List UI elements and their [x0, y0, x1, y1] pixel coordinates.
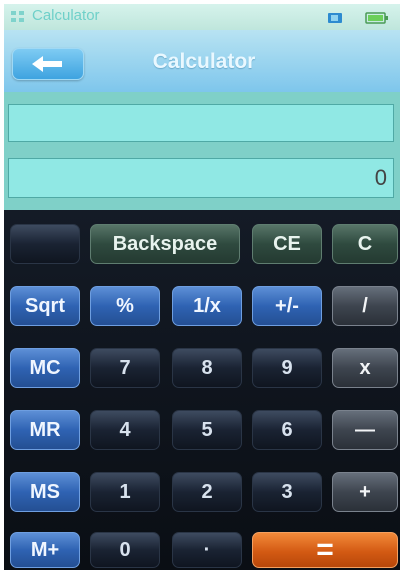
memory-display [8, 104, 394, 142]
memory-clear-button[interactable]: MC [10, 348, 80, 388]
multiply-button[interactable]: x [332, 348, 398, 388]
memory-store-button[interactable]: MS [10, 472, 80, 512]
digit-8-button[interactable]: 8 [172, 348, 242, 388]
status-bar: Calculator [4, 4, 400, 30]
digit-5-button[interactable]: 5 [172, 410, 242, 450]
clear-entry-button[interactable]: CE [252, 224, 322, 264]
divide-button[interactable]: / [332, 286, 398, 326]
result-display: 0 [8, 158, 394, 198]
display-area: 0 [4, 92, 400, 210]
digit-7-button[interactable]: 7 [90, 348, 160, 388]
digit-4-button[interactable]: 4 [90, 410, 160, 450]
negate-button[interactable]: +/- [252, 286, 322, 326]
percent-button[interactable]: % [90, 286, 160, 326]
clear-button[interactable]: C [332, 224, 398, 264]
sim-card-icon [328, 13, 342, 23]
decimal-button[interactable]: · [172, 532, 242, 568]
status-app-title: Calculator [32, 7, 100, 24]
memory-recall-button[interactable]: MR [10, 410, 80, 450]
blank-key[interactable] [10, 224, 80, 264]
memory-add-button[interactable]: M+ [10, 532, 80, 568]
device-screen: Calculator Calculator 0 Backspace CE C S… [4, 4, 400, 570]
digit-1-button[interactable]: 1 [90, 472, 160, 512]
equals-button[interactable]: = [252, 532, 398, 568]
sqrt-button[interactable]: Sqrt [10, 286, 80, 326]
reciprocal-button[interactable]: 1/x [172, 286, 242, 326]
arrow-left-icon [32, 56, 62, 72]
digit-2-button[interactable]: 2 [172, 472, 242, 512]
keypad: Backspace CE C Sqrt % 1/x +/- / MC 7 8 9… [4, 210, 400, 570]
digit-9-button[interactable]: 9 [252, 348, 322, 388]
grid-app-icon [11, 11, 24, 22]
backspace-button[interactable]: Backspace [90, 224, 240, 264]
subtract-button[interactable]: — [332, 410, 398, 450]
back-button[interactable] [12, 48, 84, 80]
digit-6-button[interactable]: 6 [252, 410, 322, 450]
page-title: Calculator [152, 50, 256, 73]
digit-0-button[interactable]: 0 [90, 532, 160, 568]
title-bar: Calculator [4, 30, 400, 92]
digit-3-button[interactable]: 3 [252, 472, 322, 512]
add-button[interactable]: + [332, 472, 398, 512]
battery-icon [365, 12, 388, 24]
